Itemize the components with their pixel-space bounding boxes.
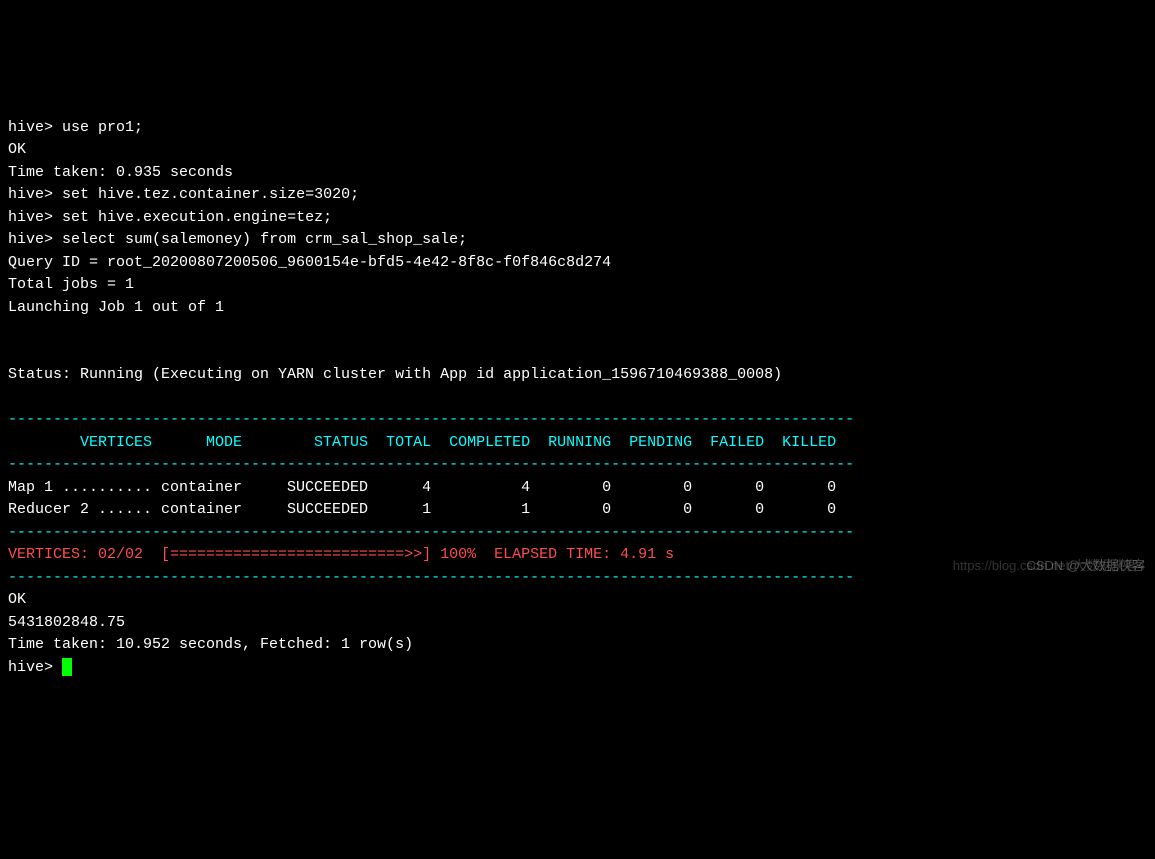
table-header: VERTICES MODE STATUS TOTAL COMPLETED RUN… — [8, 434, 854, 451]
progress-line: VERTICES: 02/02 [=======================… — [8, 546, 719, 563]
blank-line — [8, 321, 17, 338]
separator-line: ----------------------------------------… — [8, 411, 854, 428]
ok-line-2: OK — [8, 591, 26, 608]
ok-line-1: OK — [8, 141, 26, 158]
terminal-output: hive> use pro1; OK Time taken: 0.935 sec… — [8, 94, 1147, 679]
prompt-line-4[interactable]: hive> select sum(salemoney) from crm_sal… — [8, 231, 467, 248]
status-line: Status: Running (Executing on YARN clust… — [8, 366, 782, 383]
result-line: 5431802848.75 — [8, 614, 125, 631]
prompt-line-2[interactable]: hive> set hive.tez.container.size=3020; — [8, 186, 359, 203]
separator-line: ----------------------------------------… — [8, 569, 854, 586]
cursor-icon — [62, 658, 72, 676]
table-row: Map 1 .......... container SUCCEEDED 4 4… — [8, 479, 854, 496]
prompt-line-5[interactable]: hive> — [8, 659, 72, 676]
time-taken-line-1: Time taken: 0.935 seconds — [8, 164, 233, 181]
separator-line: ----------------------------------------… — [8, 524, 854, 541]
table-row: Reducer 2 ...... container SUCCEEDED 1 1… — [8, 501, 854, 518]
prompt-line-1[interactable]: hive> use pro1; — [8, 119, 143, 136]
time-taken-line-2: Time taken: 10.952 seconds, Fetched: 1 r… — [8, 636, 413, 653]
separator-line: ----------------------------------------… — [8, 456, 854, 473]
watermark-text-2: CSDN @大数据侠客 — [1026, 556, 1145, 576]
query-id-line: Query ID = root_20200807200506_9600154e-… — [8, 254, 611, 271]
blank-line — [8, 389, 17, 406]
blank-line — [8, 344, 17, 361]
prompt-line-3[interactable]: hive> set hive.execution.engine=tez; — [8, 209, 332, 226]
launching-line: Launching Job 1 out of 1 — [8, 299, 224, 316]
total-jobs-line: Total jobs = 1 — [8, 276, 134, 293]
